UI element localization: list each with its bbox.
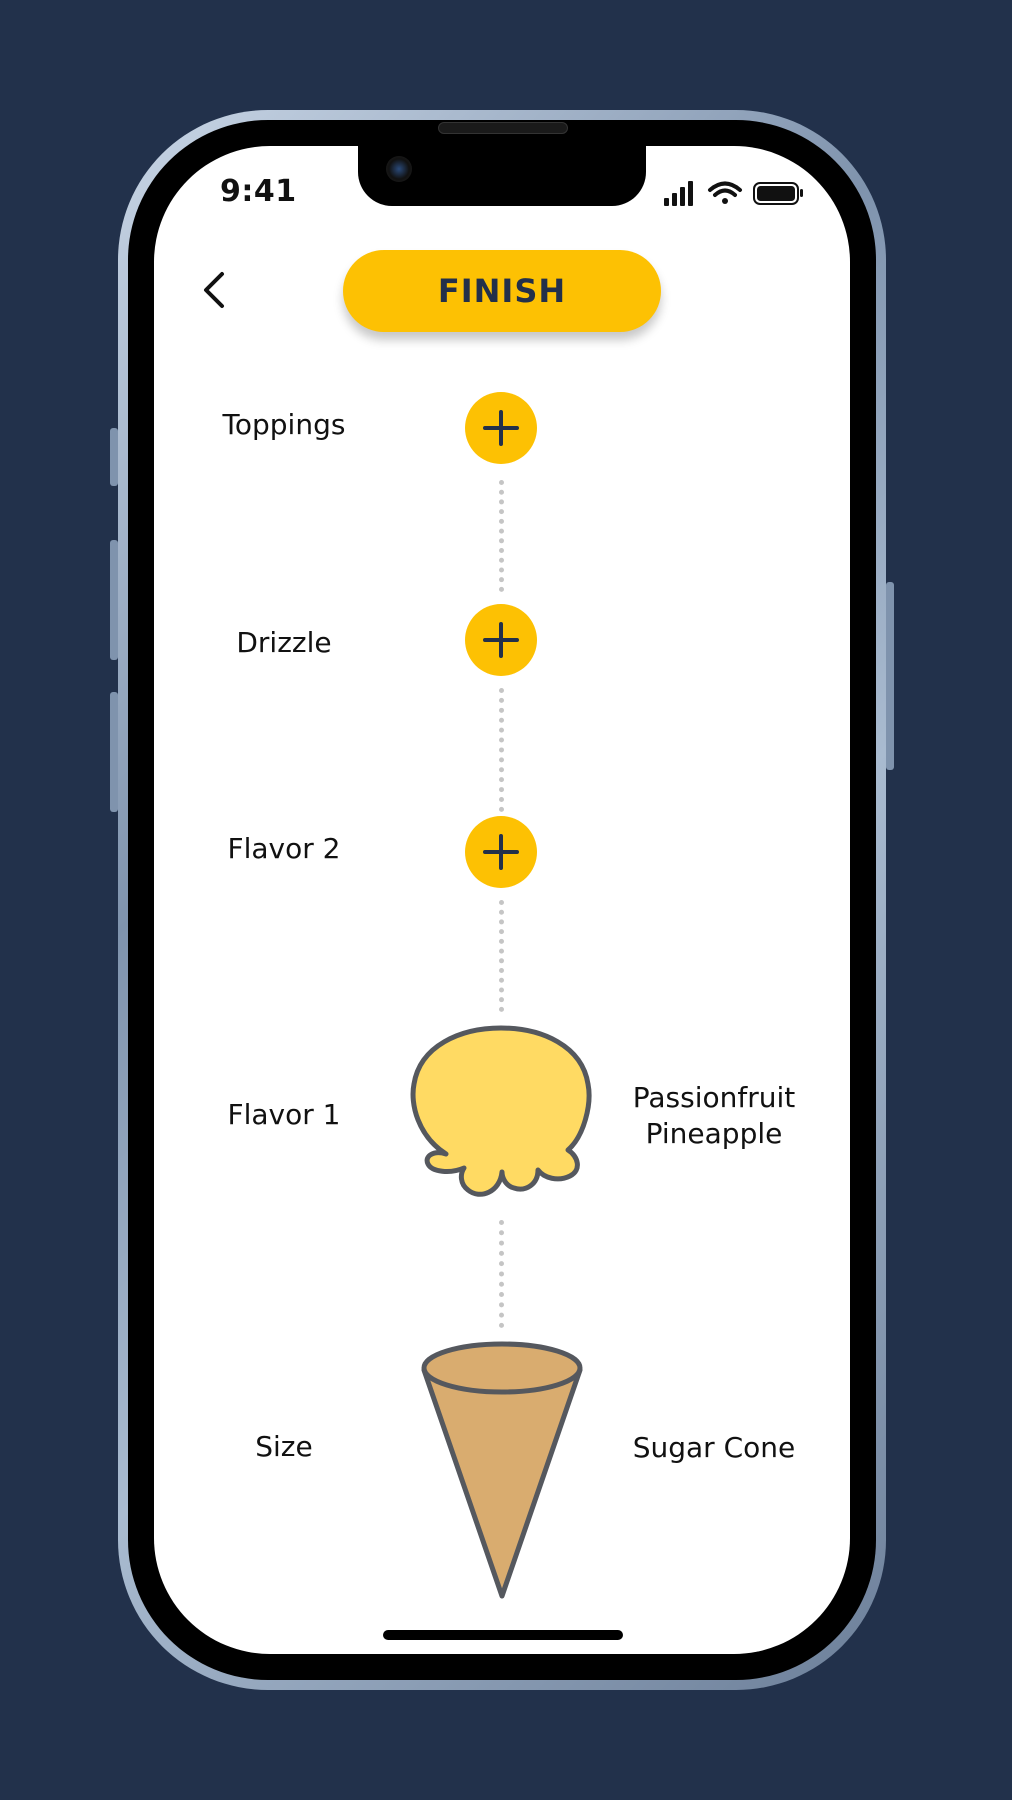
add-drizzle-button[interactable] [465, 604, 537, 676]
connector-line [499, 1220, 504, 1328]
flavor-1-value-line-2: Pineapple [645, 1117, 783, 1150]
power-button [886, 582, 894, 770]
step-label-size: Size [255, 1430, 313, 1463]
step-label-drizzle: Drizzle [236, 626, 332, 659]
front-camera [386, 156, 412, 182]
volume-up-button [110, 540, 118, 660]
home-indicator[interactable] [383, 1630, 623, 1640]
ice-cream-scoop-icon[interactable] [406, 1024, 596, 1204]
phone-screen: 9:41 FINISH Toppings Drizzle Flavor 2 Fl… [154, 146, 850, 1654]
finish-button-label: FINISH [437, 272, 567, 310]
finish-button[interactable]: FINISH [343, 250, 661, 332]
status-time: 9:41 [220, 174, 297, 209]
step-label-flavor-1: Flavor 1 [227, 1098, 341, 1131]
step-label-flavor-2: Flavor 2 [227, 832, 341, 865]
volume-down-button [110, 692, 118, 812]
speaker-grille [438, 122, 568, 134]
connector-line [499, 688, 504, 812]
sugar-cone-icon[interactable] [420, 1340, 584, 1600]
size-value: Sugar Cone [632, 1431, 796, 1464]
connector-line [499, 900, 504, 1012]
plus-icon [483, 622, 519, 658]
step-label-toppings: Toppings [222, 408, 346, 441]
back-chevron-icon[interactable] [194, 268, 238, 312]
plus-icon [483, 834, 519, 870]
add-flavor-2-button[interactable] [465, 816, 537, 888]
connector-line [499, 480, 504, 592]
plus-icon [483, 410, 519, 446]
battery-icon [753, 182, 803, 205]
flavor-1-value-line-1: Passionfruit [632, 1081, 796, 1114]
status-icons [664, 181, 803, 206]
silent-switch [110, 428, 118, 486]
app-stage: 9:41 FINISH Toppings Drizzle Flavor 2 Fl… [0, 0, 1012, 1800]
wifi-icon [708, 181, 742, 204]
cellular-signal-icon [664, 181, 693, 206]
add-toppings-button[interactable] [465, 392, 537, 464]
